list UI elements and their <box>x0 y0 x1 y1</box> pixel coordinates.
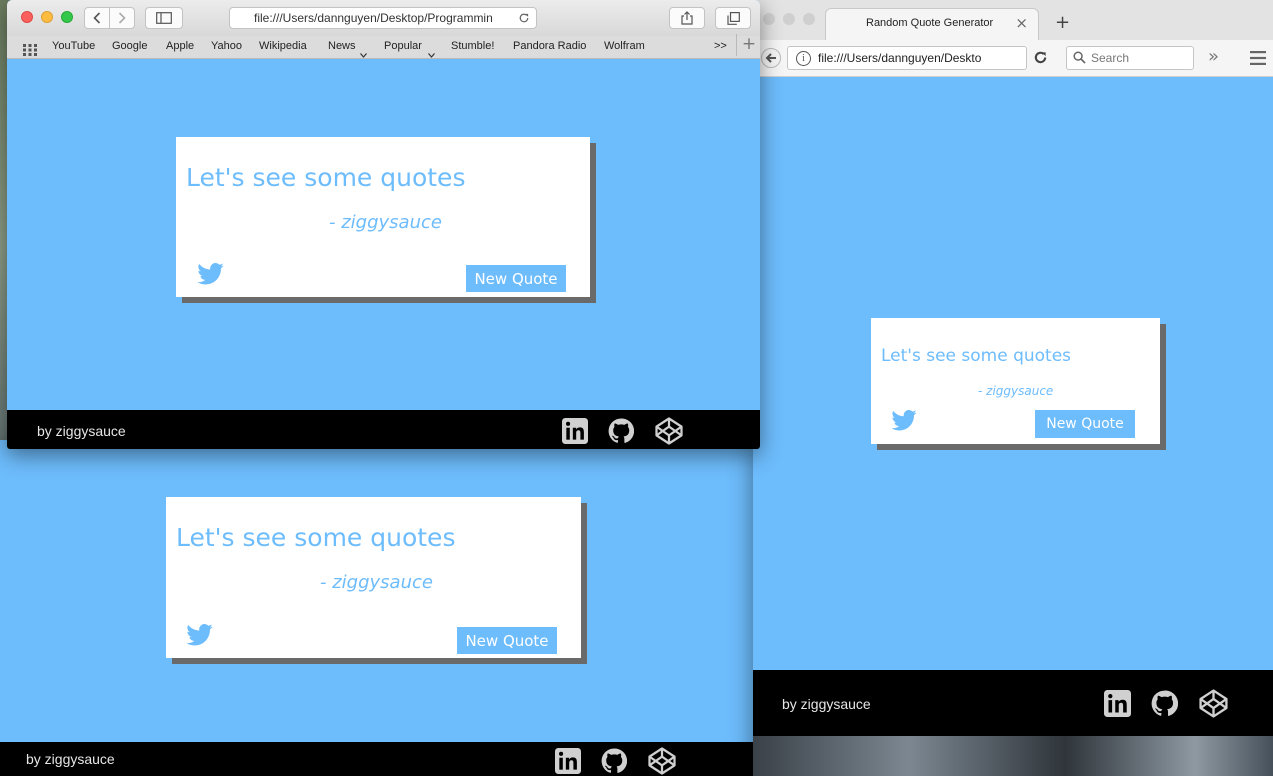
page-footer: by ziggysauce <box>753 670 1273 736</box>
quote-text: Let's see some quotes <box>176 523 456 552</box>
forward-button[interactable] <box>109 7 135 29</box>
social-links <box>562 416 684 446</box>
safari-toolbar: file:///Users/dannguyen/Desktop/Programm… <box>7 0 760 37</box>
social-links <box>1104 688 1229 719</box>
github-icon[interactable] <box>1151 690 1178 717</box>
chevron-down-icon <box>360 43 367 62</box>
back-button[interactable] <box>84 7 110 29</box>
tabs-overview-button[interactable] <box>715 7 751 29</box>
bookmark-stumble[interactable]: Stumble! <box>451 40 494 52</box>
minimize-window-button[interactable] <box>41 11 53 23</box>
quote-text: Let's see some quotes <box>881 346 1072 366</box>
footer-credit: by ziggysauce <box>782 696 871 712</box>
bookmark-wolfram[interactable]: Wolfram <box>604 40 645 52</box>
bookmark-pandora-radio[interactable]: Pandora Radio <box>513 40 586 52</box>
page-footer: by ziggysauce <box>7 410 760 449</box>
bookmarks-bar: YouTube Google Apple Yahoo Wikipedia New… <box>7 34 760 62</box>
github-icon[interactable] <box>601 748 627 774</box>
new-quote-button[interactable]: New Quote <box>1035 410 1135 438</box>
zoom-window-button[interactable] <box>803 13 815 25</box>
bookmark-news[interactable]: News <box>328 40 356 52</box>
bookmark-google[interactable]: Google <box>112 40 147 52</box>
overflow-chevron-icon[interactable]: » <box>1208 46 1219 67</box>
bottom-left-window: Let's see some quotes - ziggysauce New Q… <box>0 440 753 776</box>
social-links <box>555 746 677 776</box>
address-bar[interactable]: file:///Users/dannguyen/Desktop/Programm… <box>229 7 537 29</box>
zoom-window-button[interactable] <box>61 11 73 23</box>
search-field[interactable]: Search <box>1066 46 1194 70</box>
close-window-button[interactable] <box>21 11 33 23</box>
quote-card: Let's see some quotes - ziggysauce New Q… <box>176 137 590 297</box>
search-icon <box>1073 51 1086 67</box>
tab-close-icon[interactable]: × <box>1015 14 1028 32</box>
sidebar-icon <box>156 12 172 24</box>
menu-icon[interactable] <box>1250 50 1266 69</box>
quote-author: - ziggysauce <box>329 212 442 233</box>
firefox-window: Random Quote Generator × + i file:///Use… <box>753 0 1273 776</box>
quote-author: - ziggysauce <box>978 384 1054 398</box>
twitter-icon[interactable] <box>891 409 917 435</box>
reload-icon[interactable] <box>518 12 530 24</box>
new-quote-button[interactable]: New Quote <box>466 265 566 292</box>
new-tab-button[interactable]: + <box>1055 12 1070 33</box>
bookmark-yahoo[interactable]: Yahoo <box>211 40 242 52</box>
address-text: file:///Users/dannguyen/Desktop/Programm… <box>254 11 493 25</box>
codepen-icon[interactable] <box>647 746 677 776</box>
bookmarks-overflow-button[interactable]: >> <box>714 40 727 52</box>
minimize-window-button[interactable] <box>783 13 795 25</box>
safari-window: file:///Users/dannguyen/Desktop/Programm… <box>7 0 760 449</box>
new-quote-button[interactable]: New Quote <box>457 627 557 654</box>
bookmark-apple[interactable]: Apple <box>166 40 194 52</box>
share-icon <box>681 11 693 25</box>
codepen-icon[interactable] <box>1198 688 1229 719</box>
new-tab-button[interactable]: + <box>736 34 760 56</box>
search-placeholder: Search <box>1091 51 1130 65</box>
codepen-icon[interactable] <box>654 416 684 446</box>
bookmark-youtube[interactable]: YouTube <box>52 40 95 52</box>
info-icon: i <box>796 51 811 66</box>
twitter-icon[interactable] <box>186 623 213 650</box>
footer-credit: by ziggysauce <box>37 423 126 439</box>
address-text: file:///Users/dannguyen/Deskto <box>818 51 982 65</box>
bookmark-popular[interactable]: Popular <box>384 40 422 52</box>
firefox-nav-bar: i file:///Users/dannguyen/Deskto Search … <box>753 40 1273 77</box>
chevron-down-icon <box>428 43 435 62</box>
firefox-tab-bar: Random Quote Generator × + <box>753 0 1273 40</box>
sidebar-button[interactable] <box>145 7 183 29</box>
city-background-strip <box>753 736 1273 776</box>
linkedin-icon[interactable] <box>555 748 581 774</box>
twitter-icon[interactable] <box>197 262 224 289</box>
github-icon[interactable] <box>608 418 634 444</box>
chevron-right-icon <box>118 12 126 24</box>
tab-title: Random Quote Generator <box>866 17 994 29</box>
linkedin-icon[interactable] <box>562 418 588 444</box>
reload-icon[interactable] <box>1033 50 1048 69</box>
bookmark-wikipedia[interactable]: Wikipedia <box>259 40 307 52</box>
quote-author: - ziggysauce <box>320 572 433 593</box>
quote-text: Let's see some quotes <box>186 163 466 192</box>
grid-icon[interactable] <box>23 41 37 60</box>
close-window-button[interactable] <box>763 13 775 25</box>
footer-credit: by ziggysauce <box>26 751 115 767</box>
tabs-icon <box>726 11 740 25</box>
linkedin-icon[interactable] <box>1104 690 1131 717</box>
page-footer: by ziggysauce <box>0 742 753 776</box>
share-button[interactable] <box>669 7 705 29</box>
back-arrow-icon[interactable] <box>761 48 781 72</box>
address-bar[interactable]: i file:///Users/dannguyen/Deskto <box>787 46 1027 70</box>
quote-card: Let's see some quotes - ziggysauce New Q… <box>166 497 581 658</box>
quote-card: Let's see some quotes - ziggysauce New Q… <box>871 318 1160 444</box>
chevron-left-icon <box>93 12 101 24</box>
tab-random-quote-generator[interactable]: Random Quote Generator × <box>825 8 1039 40</box>
